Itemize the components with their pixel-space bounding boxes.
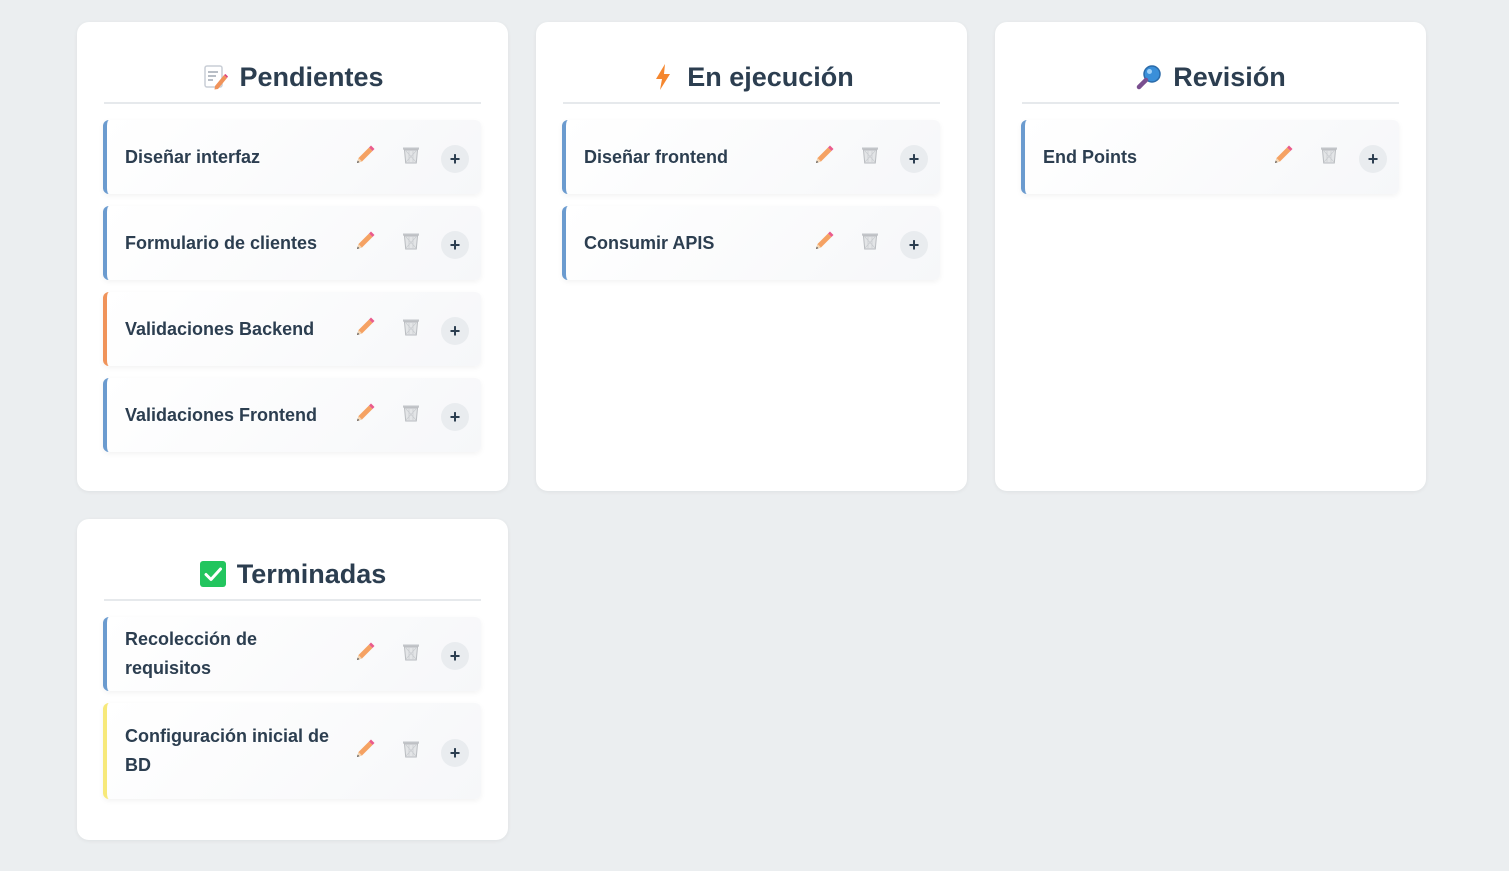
pencil-icon [354, 738, 376, 765]
trash-icon [401, 317, 421, 342]
task-title: Validaciones Backend [125, 318, 315, 339]
delete-button[interactable] [1313, 141, 1345, 173]
add-button[interactable]: + [441, 317, 469, 345]
task-title: Recolección de requisitos [125, 629, 258, 678]
trash-icon [401, 403, 421, 428]
column-en-ejecucion: En ejecución Diseñar frontend + Consumir… [536, 22, 967, 491]
memo-icon [201, 63, 229, 91]
task-card[interactable]: Diseñar interfaz + [103, 120, 481, 194]
pencil-icon [813, 144, 835, 171]
column-title: Terminadas [236, 558, 387, 589]
card-list: End Points + [1021, 120, 1399, 206]
add-button[interactable]: + [441, 739, 469, 767]
edit-button[interactable] [349, 227, 381, 259]
trash-icon [401, 231, 421, 256]
pencil-icon [354, 641, 376, 668]
add-button[interactable]: + [441, 403, 469, 431]
trash-icon [401, 145, 421, 170]
task-card[interactable]: Diseñar frontend + [562, 120, 940, 194]
add-button[interactable]: + [900, 231, 928, 259]
edit-button[interactable] [349, 141, 381, 173]
trash-icon [401, 642, 421, 667]
pencil-icon [813, 230, 835, 257]
delete-button[interactable] [395, 227, 427, 259]
column-title: Revisión [1173, 61, 1286, 92]
add-button[interactable]: + [441, 231, 469, 259]
trash-icon [401, 739, 421, 764]
add-button[interactable]: + [441, 145, 469, 173]
task-card[interactable]: Configuración inicial de BD + [103, 703, 481, 799]
card-list: Diseñar interfaz + Formulario de cliente… [103, 120, 481, 464]
trash-icon [860, 231, 880, 256]
edit-button[interactable] [349, 399, 381, 431]
task-title: Formulario de clientes [125, 232, 318, 253]
pencil-icon [354, 230, 376, 257]
trash-icon [1319, 145, 1339, 170]
task-title: End Points [1043, 146, 1137, 167]
delete-button[interactable] [395, 638, 427, 670]
column-terminadas: Terminadas Recolección de requisitos + C… [77, 519, 508, 840]
task-title: Configuración inicial de BD [125, 726, 330, 775]
delete-button[interactable] [395, 399, 427, 431]
kanban-board: Pendientes Diseñar interfaz + Formulario… [0, 0, 1509, 871]
task-card[interactable]: Validaciones Backend + [103, 292, 481, 366]
pencil-icon [354, 402, 376, 429]
task-title: Diseñar interfaz [125, 146, 261, 167]
column-header: Pendientes [104, 52, 481, 104]
edit-button[interactable] [808, 227, 840, 259]
task-card[interactable]: Recolección de requisitos + [103, 617, 481, 691]
column-revision: Revisión End Points + [995, 22, 1426, 491]
column-header: En ejecución [563, 52, 940, 104]
delete-button[interactable] [854, 141, 886, 173]
delete-button[interactable] [395, 141, 427, 173]
add-button[interactable]: + [441, 642, 469, 670]
column-header: Revisión [1022, 52, 1399, 104]
column-pendientes: Pendientes Diseñar interfaz + Formulario… [77, 22, 508, 491]
column-title: En ejecución [687, 61, 854, 92]
delete-button[interactable] [854, 227, 886, 259]
card-list: Recolección de requisitos + Configuració… [103, 617, 481, 811]
edit-button[interactable] [808, 141, 840, 173]
task-card[interactable]: Validaciones Frontend + [103, 378, 481, 452]
lightning-icon [649, 63, 677, 91]
task-title: Consumir APIS [584, 232, 715, 253]
edit-button[interactable] [1267, 141, 1299, 173]
column-title: Pendientes [239, 61, 384, 92]
card-list: Diseñar frontend + Consumir APIS + [562, 120, 940, 292]
pencil-icon [354, 316, 376, 343]
add-button[interactable]: + [900, 145, 928, 173]
task-title: Validaciones Frontend [125, 404, 318, 425]
edit-button[interactable] [349, 313, 381, 345]
pencil-icon [1272, 144, 1294, 171]
delete-button[interactable] [395, 735, 427, 767]
task-card[interactable]: End Points + [1021, 120, 1399, 194]
edit-button[interactable] [349, 735, 381, 767]
edit-button[interactable] [349, 638, 381, 670]
task-card[interactable]: Formulario de clientes + [103, 206, 481, 280]
check-icon [199, 560, 227, 588]
delete-button[interactable] [395, 313, 427, 345]
pencil-icon [354, 144, 376, 171]
task-card[interactable]: Consumir APIS + [562, 206, 940, 280]
magnifier-icon [1135, 63, 1163, 91]
add-button[interactable]: + [1359, 145, 1387, 173]
trash-icon [860, 145, 880, 170]
column-header: Terminadas [104, 549, 481, 601]
task-title: Diseñar frontend [584, 146, 729, 167]
